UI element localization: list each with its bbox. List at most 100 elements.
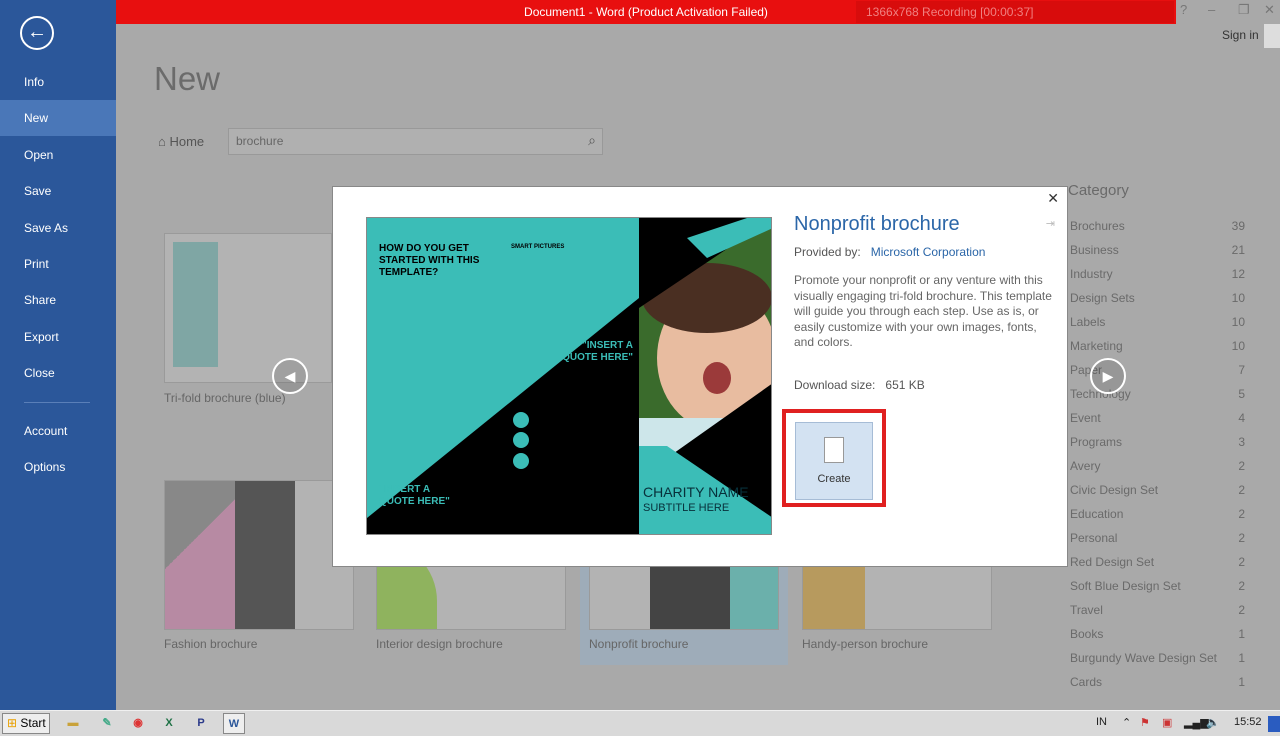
template-card-trifold-blue[interactable]: [164, 233, 332, 383]
category-item[interactable]: Brochures 39: [1070, 219, 1245, 233]
category-item[interactable]: Programs 3: [1070, 435, 1245, 449]
template-label: Handy-person brochure: [802, 637, 929, 651]
show-desktop-button[interactable]: [1268, 716, 1280, 732]
category-name: Education: [1070, 507, 1124, 521]
file-explorer-icon[interactable]: ▬: [62, 713, 84, 734]
search-input[interactable]: brochure ⌕: [228, 128, 603, 155]
word-icon[interactable]: W: [223, 713, 245, 734]
category-item[interactable]: Books 1: [1070, 627, 1245, 641]
template-description: Promote your nonprofit or any venture wi…: [794, 273, 1052, 349]
notepad-icon[interactable]: ✎: [96, 713, 118, 734]
preview-smart-pictures: SMART PICTURES: [511, 244, 565, 250]
category-count: 1: [1238, 627, 1245, 641]
start-label: Start: [20, 716, 46, 730]
category-count: 2: [1238, 459, 1245, 473]
avatar[interactable]: [1264, 24, 1280, 48]
home-link[interactable]: ⌂ Home: [158, 134, 204, 149]
category-item[interactable]: Business 21: [1070, 243, 1245, 257]
backstage-sidebar: ← Info New Open Save Save As Print Share…: [0, 0, 116, 710]
category-item[interactable]: Red Design Set 2: [1070, 555, 1245, 569]
provided-by: Provided by: Microsoft Corporation: [794, 245, 985, 259]
category-count: 39: [1231, 219, 1245, 233]
next-template-button[interactable]: ▶: [1090, 358, 1126, 394]
nav-open[interactable]: Open: [0, 137, 116, 173]
category-count: 2: [1238, 483, 1245, 497]
recording-toolbar[interactable]: 1366x768 Recording [00:00:37]: [856, 1, 1174, 23]
nav-new[interactable]: New: [0, 100, 116, 136]
category-item[interactable]: Travel 2: [1070, 603, 1245, 617]
start-button[interactable]: ⊞ Start: [2, 713, 50, 734]
category-name: Marketing: [1070, 339, 1123, 353]
category-name: Civic Design Set: [1070, 483, 1159, 497]
create-highlight: Create: [782, 409, 886, 507]
category-item[interactable]: Industry 12: [1070, 267, 1245, 281]
pin-icon[interactable]: ⇥: [1046, 217, 1055, 230]
create-button[interactable]: Create: [795, 422, 873, 500]
search-value: brochure: [236, 134, 284, 148]
category-count: 2: [1238, 531, 1245, 545]
previous-template-button[interactable]: ◀: [272, 358, 308, 394]
category-item[interactable]: Soft Blue Design Set 2: [1070, 579, 1245, 593]
excel-icon[interactable]: X: [158, 713, 180, 734]
close-window-button[interactable]: ✕: [1264, 2, 1275, 18]
search-icon[interactable]: ⌕: [588, 132, 596, 149]
category-item[interactable]: Burgundy Wave Design Set 1: [1070, 651, 1245, 665]
language-indicator[interactable]: IN: [1096, 716, 1107, 728]
chrome-icon[interactable]: ◉: [127, 713, 149, 734]
category-item[interactable]: Education 2: [1070, 507, 1245, 521]
category-count: 1: [1238, 651, 1245, 665]
category-name: Cards: [1070, 675, 1103, 689]
category-item[interactable]: Avery 2: [1070, 459, 1245, 473]
dialog-title: Nonprofit brochure: [794, 213, 960, 235]
provider-link[interactable]: Microsoft Corporation: [871, 245, 986, 259]
category-count: 7: [1238, 363, 1245, 377]
nav-info[interactable]: Info: [0, 64, 116, 100]
download-size-value: 651 KB: [885, 378, 925, 392]
nav-options[interactable]: Options: [0, 449, 116, 485]
template-preview-dialog: ✕ ⇥ HOW DO YOU GET STARTED WITH THIS TEM…: [332, 186, 1068, 567]
template-preview-image: HOW DO YOU GET STARTED WITH THIS TEMPLAT…: [366, 217, 772, 535]
category-name: Red Design Set: [1070, 555, 1155, 569]
back-button[interactable]: ←: [20, 16, 54, 50]
category-item[interactable]: Cards 1: [1070, 675, 1245, 689]
category-name: Books: [1070, 627, 1104, 641]
nav-print[interactable]: Print: [0, 246, 116, 282]
category-item[interactable]: Marketing 10: [1070, 339, 1245, 353]
category-name: Industry: [1070, 267, 1113, 281]
category-count: 2: [1238, 507, 1245, 521]
nav-save[interactable]: Save: [0, 173, 116, 209]
category-name: Design Sets: [1070, 291, 1135, 305]
download-size: Download size: 651 KB: [794, 378, 925, 392]
volume-icon[interactable]: 🔈: [1206, 716, 1220, 729]
category-item[interactable]: Design Sets 10: [1070, 291, 1245, 305]
template-card-fashion[interactable]: [164, 480, 354, 630]
category-count: 4: [1238, 411, 1245, 425]
sign-in-link[interactable]: Sign in: [1222, 28, 1259, 42]
category-item[interactable]: Personal 2: [1070, 531, 1245, 545]
category-item[interactable]: Labels 10: [1070, 315, 1245, 329]
category-item[interactable]: Event 4: [1070, 411, 1245, 425]
close-dialog-button[interactable]: ✕: [1047, 190, 1059, 207]
category-item[interactable]: Civic Design Set 2: [1070, 483, 1245, 497]
minimize-button[interactable]: –: [1208, 2, 1215, 17]
new-document-icon: [824, 437, 844, 463]
nav-account[interactable]: Account: [0, 413, 116, 449]
category-count: 10: [1231, 315, 1245, 329]
network-icon[interactable]: ▂▄▆: [1184, 716, 1209, 729]
clock[interactable]: 15:52: [1234, 716, 1262, 728]
nav-close[interactable]: Close: [0, 355, 116, 391]
power-icon[interactable]: ▣: [1162, 716, 1172, 729]
preview-charity-name: CHARITY NAME: [643, 484, 749, 500]
template-label: Interior design brochure: [376, 637, 503, 651]
action-center-icon[interactable]: ⚑: [1140, 716, 1150, 729]
nav-share[interactable]: Share: [0, 282, 116, 318]
nav-save-as[interactable]: Save As: [0, 210, 116, 246]
home-icon: ⌂: [158, 134, 170, 149]
project-icon[interactable]: P: [190, 713, 212, 734]
category-count: 3: [1238, 435, 1245, 449]
show-hidden-icons[interactable]: ⌃: [1122, 716, 1131, 729]
restore-button[interactable]: ❐: [1238, 2, 1250, 18]
nav-export[interactable]: Export: [0, 319, 116, 355]
category-count: 2: [1238, 555, 1245, 569]
help-button[interactable]: ?: [1180, 2, 1187, 17]
